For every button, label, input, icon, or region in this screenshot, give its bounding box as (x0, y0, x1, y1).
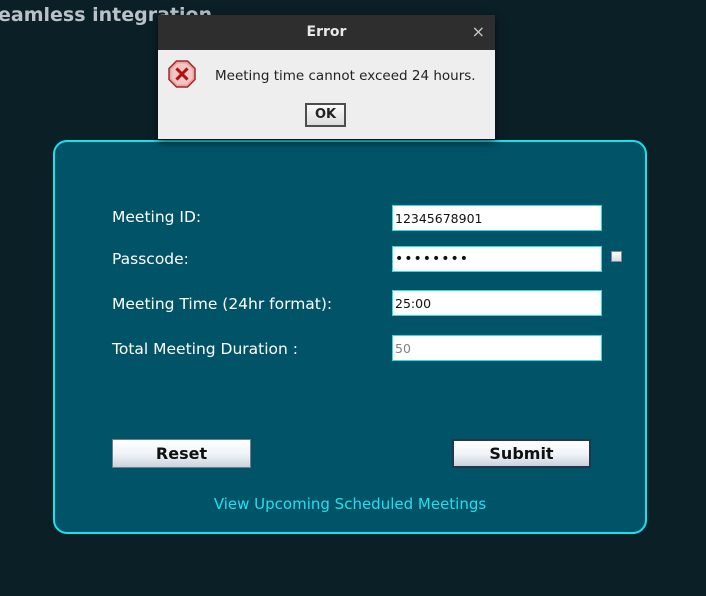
error-dialog: Error × Meeting time cannot exceed 24 ho… (158, 15, 495, 139)
meeting-id-input[interactable] (392, 205, 602, 231)
meeting-id-label: Meeting ID: (112, 208, 202, 226)
duration-label: Total Meeting Duration : (112, 340, 299, 358)
error-icon (168, 60, 196, 88)
close-icon[interactable]: × (472, 15, 485, 49)
error-message: Meeting time cannot exceed 24 hours. (215, 68, 476, 84)
ok-button[interactable]: OK (305, 103, 346, 127)
show-passcode-checkbox[interactable] (611, 251, 622, 262)
dialog-titlebar: Error × (158, 15, 495, 50)
passcode-label: Passcode: (112, 250, 189, 268)
dialog-title: Error (306, 24, 347, 40)
reset-button[interactable]: Reset (112, 439, 251, 468)
meeting-time-label: Meeting Time (24hr format): (112, 295, 333, 313)
meeting-form-panel: Meeting ID: Passcode: Meeting Time (24hr… (53, 140, 647, 534)
submit-button[interactable]: Submit (452, 439, 591, 468)
duration-input[interactable] (392, 335, 602, 361)
view-meetings-link[interactable]: View Upcoming Scheduled Meetings (55, 495, 645, 513)
meeting-time-input[interactable] (392, 290, 602, 316)
passcode-input[interactable] (392, 246, 602, 272)
